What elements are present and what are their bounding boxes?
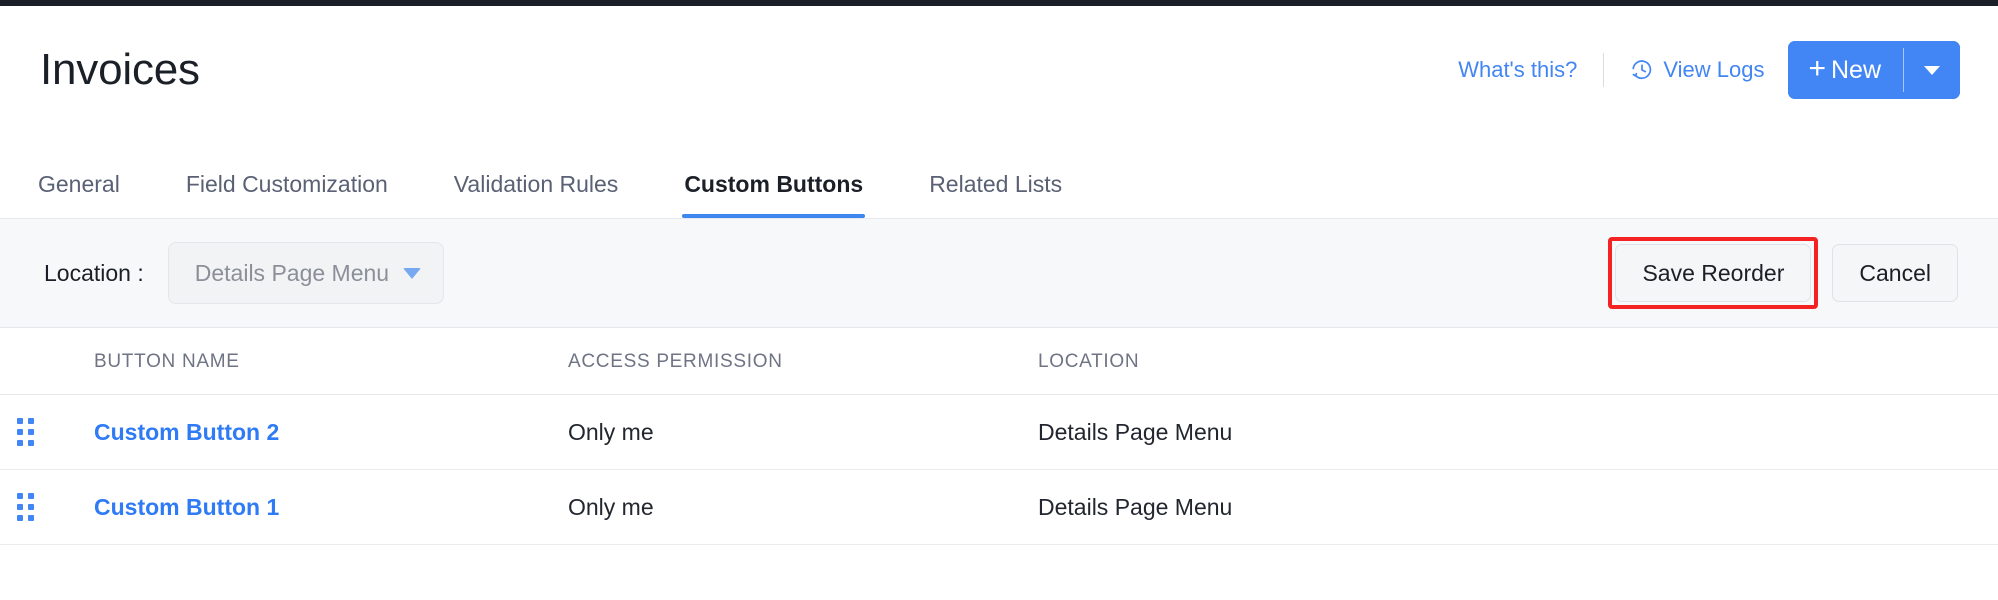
tab-custom-buttons[interactable]: Custom Buttons bbox=[682, 171, 866, 218]
row-button-name-cell: Custom Button 1 bbox=[94, 494, 568, 521]
toolbar-actions: Save Reorder Cancel bbox=[1608, 237, 1958, 309]
table-row: Custom Button 1 Only me Details Page Men… bbox=[0, 470, 1998, 545]
row-location-cell: Details Page Menu bbox=[1038, 418, 1233, 445]
row-access-permission-cell: Only me bbox=[568, 418, 654, 445]
view-logs-label: View Logs bbox=[1663, 57, 1765, 82]
header-actions: What's this? View Logs + New bbox=[1458, 41, 1960, 99]
location-label: Location : bbox=[44, 259, 144, 286]
drag-handle-icon[interactable] bbox=[17, 418, 34, 446]
chevron-down-icon bbox=[403, 267, 422, 279]
row-location-cell: Details Page Menu bbox=[1038, 493, 1233, 520]
row-button-name-cell: Custom Button 2 bbox=[94, 419, 568, 446]
row-access-permission-cell: Only me bbox=[568, 493, 654, 520]
table-header-row: BUTTON NAME ACCESS PERMISSION LOCATION bbox=[0, 329, 1998, 395]
location-select-value: Details Page Menu bbox=[194, 259, 390, 286]
table-row: Custom Button 2 Only me Details Page Men… bbox=[0, 395, 1998, 470]
new-dropdown-button[interactable] bbox=[1904, 41, 1960, 99]
tab-related-lists[interactable]: Related Lists bbox=[929, 171, 1062, 218]
tab-general[interactable]: General bbox=[38, 171, 120, 218]
history-clock-icon bbox=[1630, 58, 1654, 82]
chevron-down-icon bbox=[1924, 65, 1940, 75]
whats-this-link[interactable]: What's this? bbox=[1458, 57, 1603, 83]
view-logs-button[interactable]: View Logs bbox=[1604, 57, 1788, 83]
column-header-location: LOCATION bbox=[1038, 350, 1140, 372]
tab-validation-rules[interactable]: Validation Rules bbox=[454, 171, 619, 218]
save-reorder-button[interactable]: Save Reorder bbox=[1615, 244, 1812, 302]
row-drag-handle-cell[interactable] bbox=[0, 493, 94, 521]
drag-handle-icon[interactable] bbox=[17, 493, 34, 521]
row-drag-handle-cell[interactable] bbox=[0, 418, 94, 446]
location-select[interactable]: Details Page Menu bbox=[167, 242, 445, 304]
cancel-button[interactable]: Cancel bbox=[1832, 244, 1958, 302]
toolbar: Location : Details Page Menu Save Reorde… bbox=[0, 218, 1998, 328]
tab-bar: General Field Customization Validation R… bbox=[0, 134, 1998, 218]
new-button[interactable]: + New bbox=[1788, 41, 1903, 99]
save-reorder-highlight: Save Reorder bbox=[1608, 237, 1819, 309]
page-title: Invoices bbox=[40, 45, 200, 94]
tab-field-customization[interactable]: Field Customization bbox=[186, 171, 388, 218]
column-header-button-name: BUTTON NAME bbox=[94, 350, 240, 372]
column-header-access-permission: ACCESS PERMISSION bbox=[568, 350, 783, 372]
new-button-group: + New bbox=[1788, 41, 1960, 99]
button-name-link[interactable]: Custom Button 1 bbox=[94, 494, 279, 520]
new-button-label: New bbox=[1830, 55, 1881, 84]
button-name-link[interactable]: Custom Button 2 bbox=[94, 419, 279, 445]
page-header: Invoices What's this? View Logs + New bbox=[0, 6, 1998, 134]
custom-buttons-table: BUTTON NAME ACCESS PERMISSION LOCATION C… bbox=[0, 329, 1998, 545]
app-root: Invoices What's this? View Logs + New Ge… bbox=[0, 0, 1998, 600]
plus-icon: + bbox=[1808, 52, 1826, 85]
